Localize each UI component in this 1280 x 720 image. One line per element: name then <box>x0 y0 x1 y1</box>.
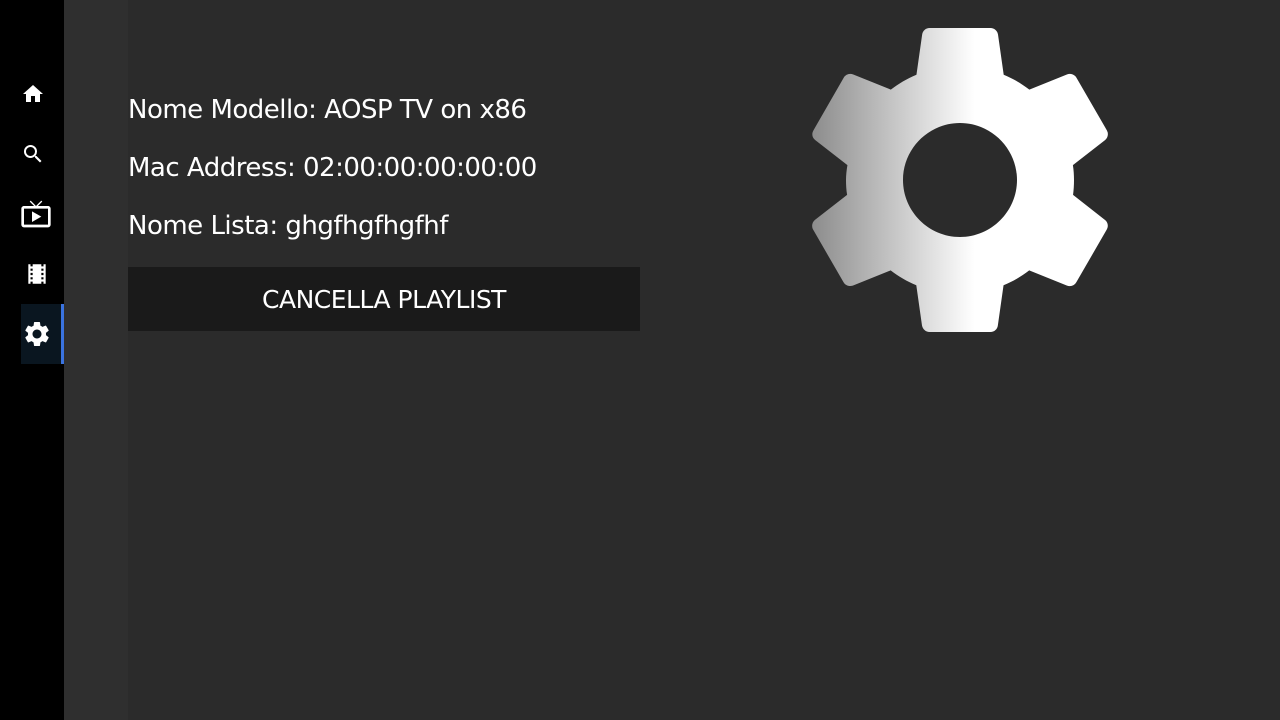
settings-icon <box>25 322 49 346</box>
sidebar-nav <box>0 0 64 720</box>
home-icon <box>23 85 43 102</box>
search-icon <box>24 145 42 163</box>
live-tv-icon <box>21 200 51 228</box>
sidebar-item-settings[interactable] <box>21 304 64 364</box>
list-name-text: Nome Lista: ghgfhgfhgfhf <box>128 211 448 241</box>
movie-icon <box>28 264 46 284</box>
sidebar-item-live-tv[interactable] <box>0 184 64 244</box>
settings-screen: Nome Modello: AOSP TV on x86 Mac Address… <box>0 0 1280 720</box>
settings-gear-icon <box>812 28 1108 332</box>
sidebar-item-home[interactable] <box>0 64 64 124</box>
cancel-playlist-button[interactable]: CANCELLA PLAYLIST <box>128 267 640 331</box>
content-gutter <box>64 0 128 720</box>
mac-address-text: Mac Address: 02:00:00:00:00:00 <box>128 153 537 183</box>
sidebar-item-search[interactable] <box>0 124 64 184</box>
model-name-text: Nome Modello: AOSP TV on x86 <box>128 95 527 125</box>
sidebar-item-movies[interactable] <box>0 244 64 304</box>
